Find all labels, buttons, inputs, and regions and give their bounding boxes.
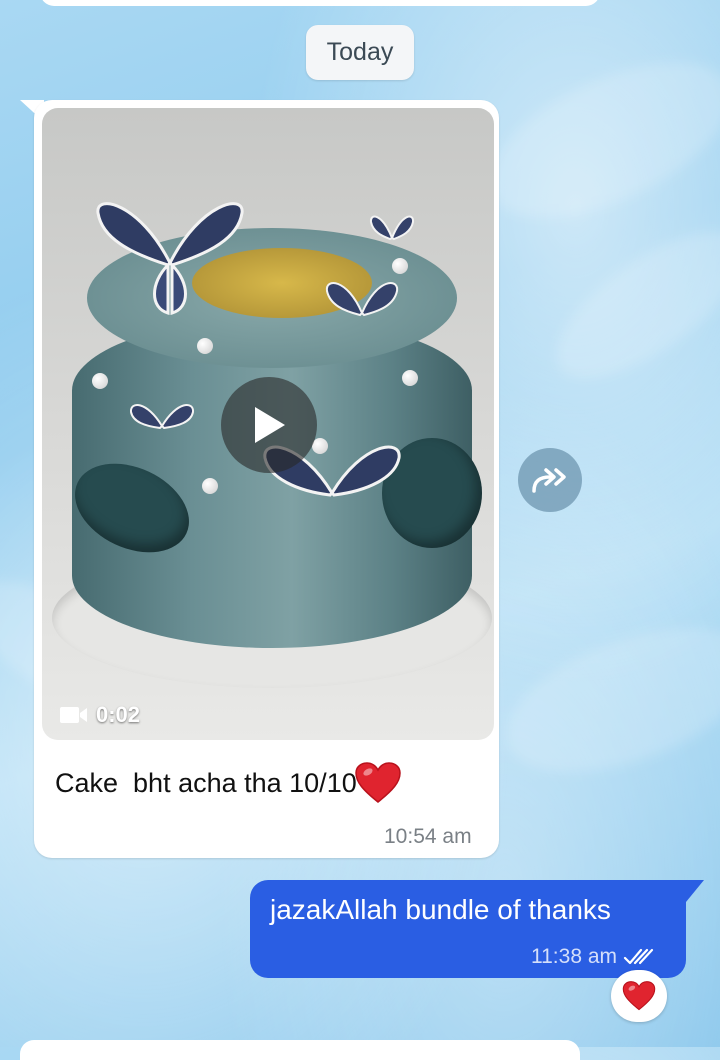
date-divider: Today xyxy=(306,25,414,80)
video-duration: 0:02 xyxy=(96,702,141,727)
pearl-decoration xyxy=(92,373,108,389)
outgoing-bubble-tail xyxy=(686,880,704,902)
outgoing-message-meta: 11:38 am xyxy=(531,945,655,969)
outgoing-message-text: jazakAllah bundle of thanks xyxy=(270,894,611,925)
double-check-icon xyxy=(623,948,654,965)
play-icon xyxy=(255,407,285,443)
pearl-decoration xyxy=(197,338,213,354)
butterfly-decoration xyxy=(96,202,244,315)
heart-icon xyxy=(622,981,656,1011)
butterfly-decoration xyxy=(325,282,399,317)
incoming-message-time: 10:54 am xyxy=(384,825,472,848)
outgoing-message-time: 11:38 am xyxy=(531,945,617,968)
previous-message-edge xyxy=(40,0,600,6)
pearl-decoration xyxy=(392,258,408,274)
butterfly-decoration xyxy=(369,215,415,241)
video-camera-icon xyxy=(60,707,87,723)
message-reaction[interactable] xyxy=(611,970,667,1022)
video-thumbnail[interactable]: 0:02 xyxy=(42,108,494,740)
forward-button[interactable] xyxy=(518,448,582,512)
message-caption: Cake bht acha tha 10/10 xyxy=(55,762,401,804)
video-meta: 0:02 xyxy=(60,702,140,728)
caption-text: Cake bht acha tha 10/10 xyxy=(55,767,357,798)
butterfly-decoration xyxy=(130,404,194,430)
heart-icon xyxy=(354,762,401,803)
play-button[interactable] xyxy=(221,377,317,473)
next-message-edge xyxy=(20,1040,580,1060)
forward-arrow-icon xyxy=(532,468,566,493)
pearl-decoration xyxy=(202,478,218,494)
pearl-decoration xyxy=(402,370,418,386)
date-divider-label: Today xyxy=(326,38,394,66)
